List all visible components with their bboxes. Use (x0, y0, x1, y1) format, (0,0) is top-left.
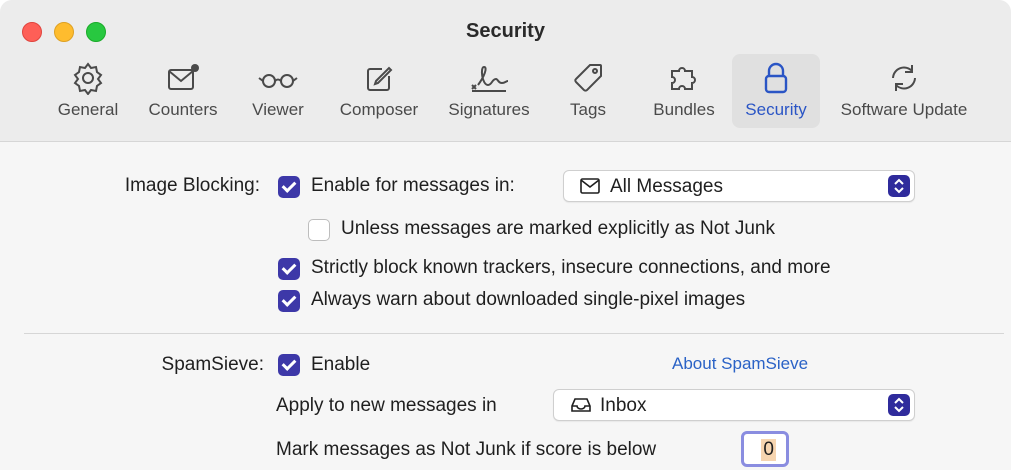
unless-not-junk-label: Unless messages are marked explicitly as… (341, 218, 776, 239)
tab-general[interactable]: General (50, 54, 126, 128)
apply-messages-popup[interactable]: Inbox (553, 389, 915, 421)
spamsieve-label: SpamSieve: (161, 354, 264, 375)
tag-icon (556, 60, 620, 96)
tab-label: Counters (148, 100, 218, 119)
section-divider (24, 333, 1004, 334)
image-blocking-enable-checkbox[interactable] (278, 176, 300, 198)
score-threshold-value: 0 (761, 439, 776, 461)
preferences-window: Security General Counters Viewer Compose… (0, 0, 1011, 470)
signature-icon (436, 60, 542, 96)
popup-stepper-icon (888, 175, 910, 197)
image-blocking-label: Image Blocking: (124, 175, 260, 196)
inbox-tray-icon (570, 396, 592, 419)
score-threshold-label: Mark messages as Not Junk if score is be… (276, 439, 657, 460)
tab-composer[interactable]: Composer (330, 54, 428, 128)
tab-label: Viewer (252, 100, 304, 119)
tab-bundles[interactable]: Bundles (644, 54, 724, 128)
gear-icon (50, 60, 126, 96)
tab-label: Signatures (448, 100, 530, 119)
spamsieve-enable-checkbox[interactable] (278, 354, 300, 376)
tab-label: General (57, 100, 119, 119)
apply-messages-value: Inbox (600, 395, 647, 416)
toolbar: Security General Counters Viewer Compose… (0, 0, 1011, 142)
tab-counters[interactable]: Counters (136, 54, 230, 128)
tab-label: Tags (570, 100, 606, 119)
eyeglasses-icon (240, 60, 316, 96)
score-threshold-field[interactable]: 0 (741, 431, 789, 467)
tab-signatures[interactable]: Signatures (436, 54, 542, 128)
spamsieve-enable-label: Enable (311, 354, 371, 375)
single-pixel-checkbox[interactable] (278, 290, 300, 312)
tab-security[interactable]: Security (732, 54, 820, 128)
envelope-icon (580, 177, 600, 200)
single-pixel-label: Always warn about downloaded single-pixe… (311, 289, 746, 310)
apply-messages-label: Apply to new messages in (276, 395, 497, 416)
unless-not-junk-checkbox[interactable] (308, 219, 330, 241)
tab-software-update[interactable]: Software Update (828, 54, 980, 128)
window-title: Security (466, 20, 545, 42)
puzzle-icon (644, 60, 724, 96)
tab-label: Security (745, 100, 807, 119)
tab-label: Bundles (653, 100, 715, 119)
block-trackers-checkbox[interactable] (278, 258, 300, 280)
messages-in-popup[interactable]: All Messages (563, 170, 915, 202)
security-pane: Image Blocking: Enable for messages in: … (0, 142, 1011, 470)
about-spamsieve-link[interactable]: About SpamSieve (672, 354, 808, 374)
messages-in-value: All Messages (610, 176, 723, 197)
tab-tags[interactable]: Tags (556, 54, 620, 128)
image-blocking-enable-label: Enable for messages in: (311, 175, 515, 196)
lock-icon (732, 60, 820, 96)
tab-label: Software Update (840, 100, 968, 119)
refresh-icon (828, 60, 980, 96)
block-trackers-label: Strictly block known trackers, insecure … (311, 257, 831, 278)
tab-label: Composer (339, 100, 419, 119)
popup-stepper-icon (888, 394, 910, 416)
compose-icon (330, 60, 428, 96)
envelope-badge-icon (136, 60, 230, 96)
tab-viewer[interactable]: Viewer (240, 54, 316, 128)
